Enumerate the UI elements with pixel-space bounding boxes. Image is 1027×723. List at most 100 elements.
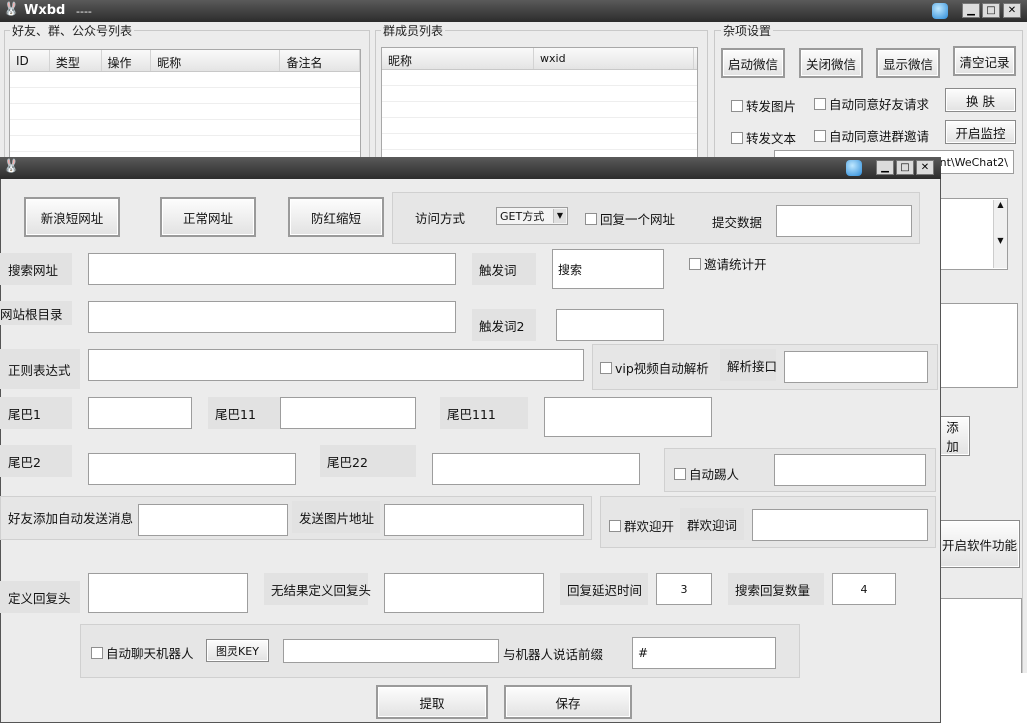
- auto-kick-checkbox[interactable]: 自动踢人: [674, 464, 739, 483]
- maximize-button[interactable]: □: [982, 3, 1000, 18]
- search-reply-count-label: 搜索回复数量: [728, 573, 824, 605]
- friends-group-title: 好友、群、公众号列表: [10, 22, 135, 39]
- invite-stats-label: 邀请统计开: [704, 257, 767, 272]
- skin-button[interactable]: 换 肤: [945, 88, 1016, 112]
- friend-add-msg-label: 好友添加自动发送消息: [8, 510, 134, 526]
- tail111-input[interactable]: [544, 397, 712, 437]
- column-header-wxid[interactable]: wxid: [534, 48, 694, 69]
- custom-reply-head-label: 定义回复头: [0, 581, 80, 613]
- search-reply-count-input[interactable]: 4: [832, 573, 896, 605]
- submit-data-input[interactable]: [776, 205, 912, 237]
- send-image-url-label: 发送图片地址: [292, 501, 380, 533]
- friends-listview[interactable]: ID 类型 操作 昵称 备注名: [9, 49, 361, 159]
- auto-chat-robot-label: 自动聊天机器人: [106, 646, 194, 661]
- welcome-word-input[interactable]: [752, 509, 928, 541]
- vip-video-parse-checkbox[interactable]: vip视频自动解析: [600, 358, 709, 377]
- dialog-close-button[interactable]: ✕: [916, 160, 934, 175]
- column-header-type[interactable]: 类型: [50, 50, 102, 71]
- anti-red-shorten-button[interactable]: 防红缩短: [288, 197, 384, 237]
- checkbox-box: [731, 99, 743, 112]
- vip-video-parse-label: vip视频自动解析: [615, 361, 709, 376]
- dialog-rabbit-icon: 🐰: [3, 159, 20, 174]
- no-result-head-input[interactable]: [384, 573, 544, 613]
- access-method-select[interactable]: GET方式 ▼: [496, 207, 568, 225]
- add-button[interactable]: 添 加: [938, 416, 970, 456]
- extract-button[interactable]: 提取: [376, 685, 488, 719]
- tail1-input[interactable]: [88, 397, 192, 429]
- group-welcome-checkbox[interactable]: 群欢迎开: [609, 516, 674, 535]
- reply-delay-input[interactable]: 3: [656, 573, 712, 605]
- sina-short-url-button[interactable]: 新浪短网址: [24, 197, 120, 237]
- robot-prefix-input[interactable]: #: [632, 637, 776, 669]
- auto-accept-group-checkbox[interactable]: 自动同意进群邀请: [814, 126, 929, 145]
- tail22-input[interactable]: [432, 453, 640, 485]
- auto-kick-input[interactable]: [774, 454, 926, 486]
- custom-reply-head-input[interactable]: [88, 573, 248, 613]
- forward-image-checkbox[interactable]: 转发图片: [731, 96, 796, 115]
- tuling-key-input[interactable]: [283, 639, 499, 663]
- trigger-word2-label: 触发词2: [472, 309, 536, 341]
- friend-add-msg-input[interactable]: [138, 504, 288, 536]
- send-image-url-input[interactable]: [384, 504, 584, 536]
- trigger-word-input[interactable]: 搜索: [552, 249, 664, 289]
- show-wechat-button[interactable]: 显示微信: [876, 48, 940, 78]
- reply-one-url-checkbox[interactable]: 回复一个网址: [585, 209, 675, 228]
- dialog-minimize-button[interactable]: ▁: [876, 160, 894, 175]
- clear-records-button[interactable]: 清空记录: [953, 46, 1016, 76]
- tuling-key-button[interactable]: 图灵KEY: [206, 639, 269, 662]
- column-header-action[interactable]: 操作: [102, 50, 152, 71]
- dialog-gem-icon[interactable]: [846, 160, 862, 176]
- column-header-id[interactable]: ID: [10, 50, 50, 71]
- misc-group-title: 杂项设置: [721, 22, 774, 39]
- checkbox-box: [731, 131, 743, 144]
- forward-text-checkbox[interactable]: 转发文本: [731, 128, 796, 147]
- trigger-word-label: 触发词: [472, 253, 536, 285]
- save-button[interactable]: 保存: [504, 685, 632, 719]
- tail111-label: 尾巴111: [440, 397, 528, 429]
- normal-url-button[interactable]: 正常网址: [160, 197, 256, 237]
- close-button[interactable]: ✕: [1003, 3, 1021, 18]
- members-group-title: 群成员列表: [381, 22, 446, 39]
- start-wechat-button[interactable]: 启动微信: [721, 48, 785, 78]
- search-url-label: 搜索网址: [0, 253, 72, 285]
- right-bottom-list[interactable]: [938, 598, 1022, 680]
- tail2-input[interactable]: [88, 453, 296, 485]
- minimize-button[interactable]: ▁: [962, 3, 980, 18]
- main-window-title-suffix: ----: [76, 5, 92, 18]
- invite-stats-checkbox[interactable]: 邀请统计开: [689, 254, 767, 273]
- log-scrollbar[interactable]: ▲ ▼: [993, 200, 1007, 268]
- no-result-head-label: 无结果定义回复头: [264, 573, 371, 605]
- trigger-word2-input[interactable]: [556, 309, 664, 341]
- auto-accept-friend-label: 自动同意好友请求: [829, 97, 930, 112]
- column-header-nickname[interactable]: 昵称: [151, 50, 281, 71]
- checkbox-box: [814, 129, 826, 142]
- column-header-member-nickname[interactable]: 昵称: [382, 48, 534, 69]
- access-method-value: GET方式: [500, 210, 545, 223]
- auto-accept-friend-checkbox[interactable]: 自动同意好友请求: [814, 94, 929, 113]
- dialog-maximize-button[interactable]: □: [896, 160, 914, 175]
- main-titlebar: 🐰 Wxbd ---- ▁ □ ✕: [0, 0, 1027, 22]
- auto-accept-group-label: 自动同意进群邀请: [829, 129, 930, 144]
- checkbox-box: [91, 646, 103, 659]
- skin-gem-icon[interactable]: [932, 3, 948, 19]
- parse-api-input[interactable]: [784, 351, 928, 383]
- parse-api-label: 解析接口: [720, 349, 777, 381]
- close-wechat-button[interactable]: 关闭微信: [799, 48, 863, 78]
- auto-chat-robot-checkbox[interactable]: 自动聊天机器人: [91, 643, 194, 662]
- start-monitor-button[interactable]: 开启监控: [945, 120, 1016, 144]
- forward-text-label: 转发文本: [746, 131, 797, 146]
- checkbox-box: [600, 361, 612, 374]
- tail11-label: 尾巴11: [208, 397, 280, 429]
- tail11-input[interactable]: [280, 397, 416, 429]
- auto-kick-label: 自动踢人: [689, 467, 740, 482]
- welcome-word-label: 群欢迎词: [680, 508, 744, 540]
- column-header-remark[interactable]: 备注名: [280, 50, 360, 71]
- right-list-box[interactable]: [938, 303, 1018, 388]
- site-root-input[interactable]: [88, 301, 456, 333]
- members-listview[interactable]: 昵称 wxid: [381, 47, 698, 159]
- search-url-input[interactable]: [88, 253, 456, 285]
- friends-list-header: ID 类型 操作 昵称 备注名: [10, 50, 360, 72]
- tail22-label: 尾巴22: [320, 445, 416, 477]
- regex-input[interactable]: [88, 349, 584, 381]
- enable-features-button[interactable]: 开启软件功能: [938, 520, 1020, 568]
